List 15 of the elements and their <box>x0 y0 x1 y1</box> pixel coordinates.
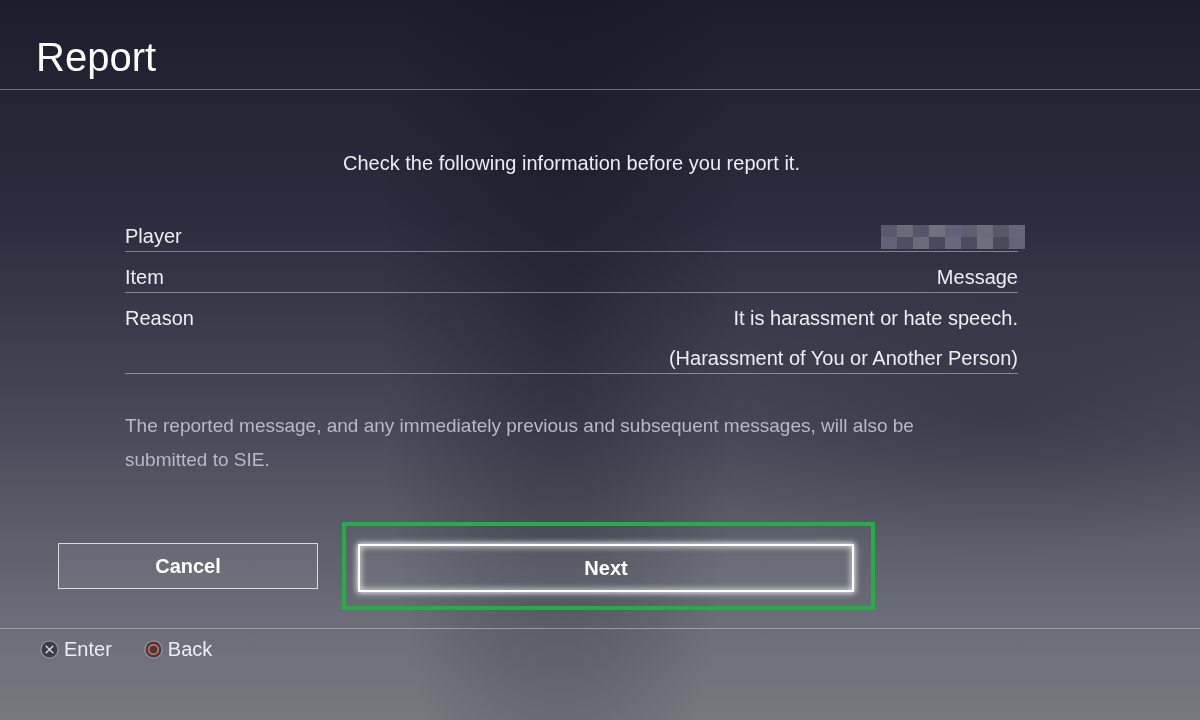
detail-value: Message <box>936 265 1018 290</box>
detail-value: It is harassment or hate speech. <box>733 306 1018 331</box>
detail-value: (Harassment of You or Another Person) <box>668 346 1018 371</box>
circle-button-icon <box>143 639 163 659</box>
screen-title: Report <box>36 34 157 81</box>
instruction-text: Check the following information before you report it. <box>342 151 801 176</box>
hint-label: Enter <box>64 637 112 661</box>
cross-button-icon <box>40 639 59 659</box>
note-text: The reported message, and any immediately previous and subsequent messages, will also be submitted to SIE. <box>125 414 915 472</box>
hint-label: Back <box>167 637 213 661</box>
detail-label: Player <box>125 224 182 249</box>
next-button[interactable]: Next <box>358 544 854 592</box>
detail-label: Item <box>125 265 164 290</box>
detail-label: Reason <box>125 306 194 331</box>
cancel-button[interactable]: Cancel <box>58 543 318 589</box>
